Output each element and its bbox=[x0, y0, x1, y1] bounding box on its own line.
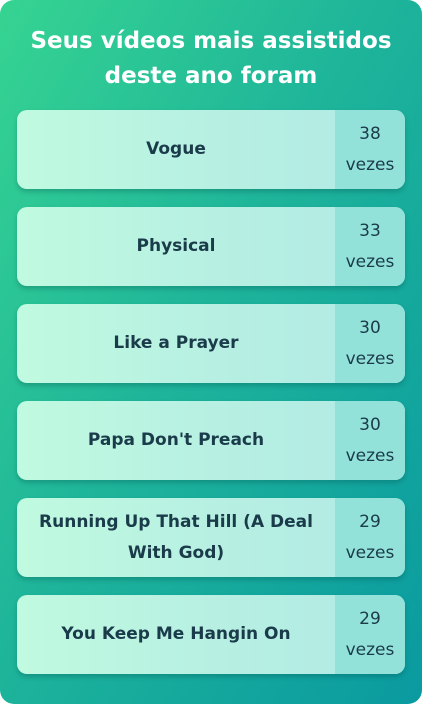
list-item[interactable]: Like a Prayer 30 vezes bbox=[17, 304, 405, 383]
title-line-2: deste ano foram bbox=[104, 63, 318, 89]
view-count-number: 30 bbox=[359, 414, 381, 435]
video-title: Vogue bbox=[146, 139, 206, 159]
video-title: Papa Don't Preach bbox=[87, 430, 265, 450]
view-count: 29 vezes bbox=[335, 498, 405, 577]
view-count-unit: vezes bbox=[345, 348, 395, 369]
list-item[interactable]: Vogue 38 vezes bbox=[17, 110, 405, 189]
video-title: Running Up That Hill (A Deal With God) bbox=[39, 511, 313, 563]
view-count: 33 vezes bbox=[335, 207, 405, 286]
view-count-number: 29 bbox=[359, 608, 381, 629]
view-count-unit: vezes bbox=[345, 154, 395, 175]
video-list: Vogue 38 vezes Physical 33 vezes Like a … bbox=[17, 110, 405, 692]
view-count-number: 38 bbox=[359, 123, 381, 144]
view-count-unit: vezes bbox=[345, 542, 395, 563]
title-line-1: Seus vídeos mais assistidos bbox=[30, 28, 392, 54]
view-count: 38 vezes bbox=[335, 110, 405, 189]
view-count: 30 vezes bbox=[335, 401, 405, 480]
page-title: Seus vídeos mais assistidos deste ano fo… bbox=[0, 24, 422, 94]
view-count-number: 29 bbox=[359, 511, 381, 532]
video-title: Like a Prayer bbox=[113, 333, 239, 353]
view-count-unit: vezes bbox=[345, 251, 395, 272]
view-count-unit: vezes bbox=[345, 445, 395, 466]
video-title: You Keep Me Hangin On bbox=[61, 624, 291, 644]
view-count-number: 33 bbox=[359, 220, 381, 241]
list-item[interactable]: Papa Don't Preach 30 vezes bbox=[17, 401, 405, 480]
view-count: 30 vezes bbox=[335, 304, 405, 383]
list-item[interactable]: Physical 33 vezes bbox=[17, 207, 405, 286]
list-item[interactable]: Running Up That Hill (A Deal With God) 2… bbox=[17, 498, 405, 577]
view-count-unit: vezes bbox=[345, 639, 395, 660]
view-count: 29 vezes bbox=[335, 595, 405, 674]
video-title: Physical bbox=[136, 236, 216, 256]
top-videos-card: Seus vídeos mais assistidos deste ano fo… bbox=[0, 0, 422, 704]
list-item[interactable]: You Keep Me Hangin On 29 vezes bbox=[17, 595, 405, 674]
view-count-number: 30 bbox=[359, 317, 381, 338]
